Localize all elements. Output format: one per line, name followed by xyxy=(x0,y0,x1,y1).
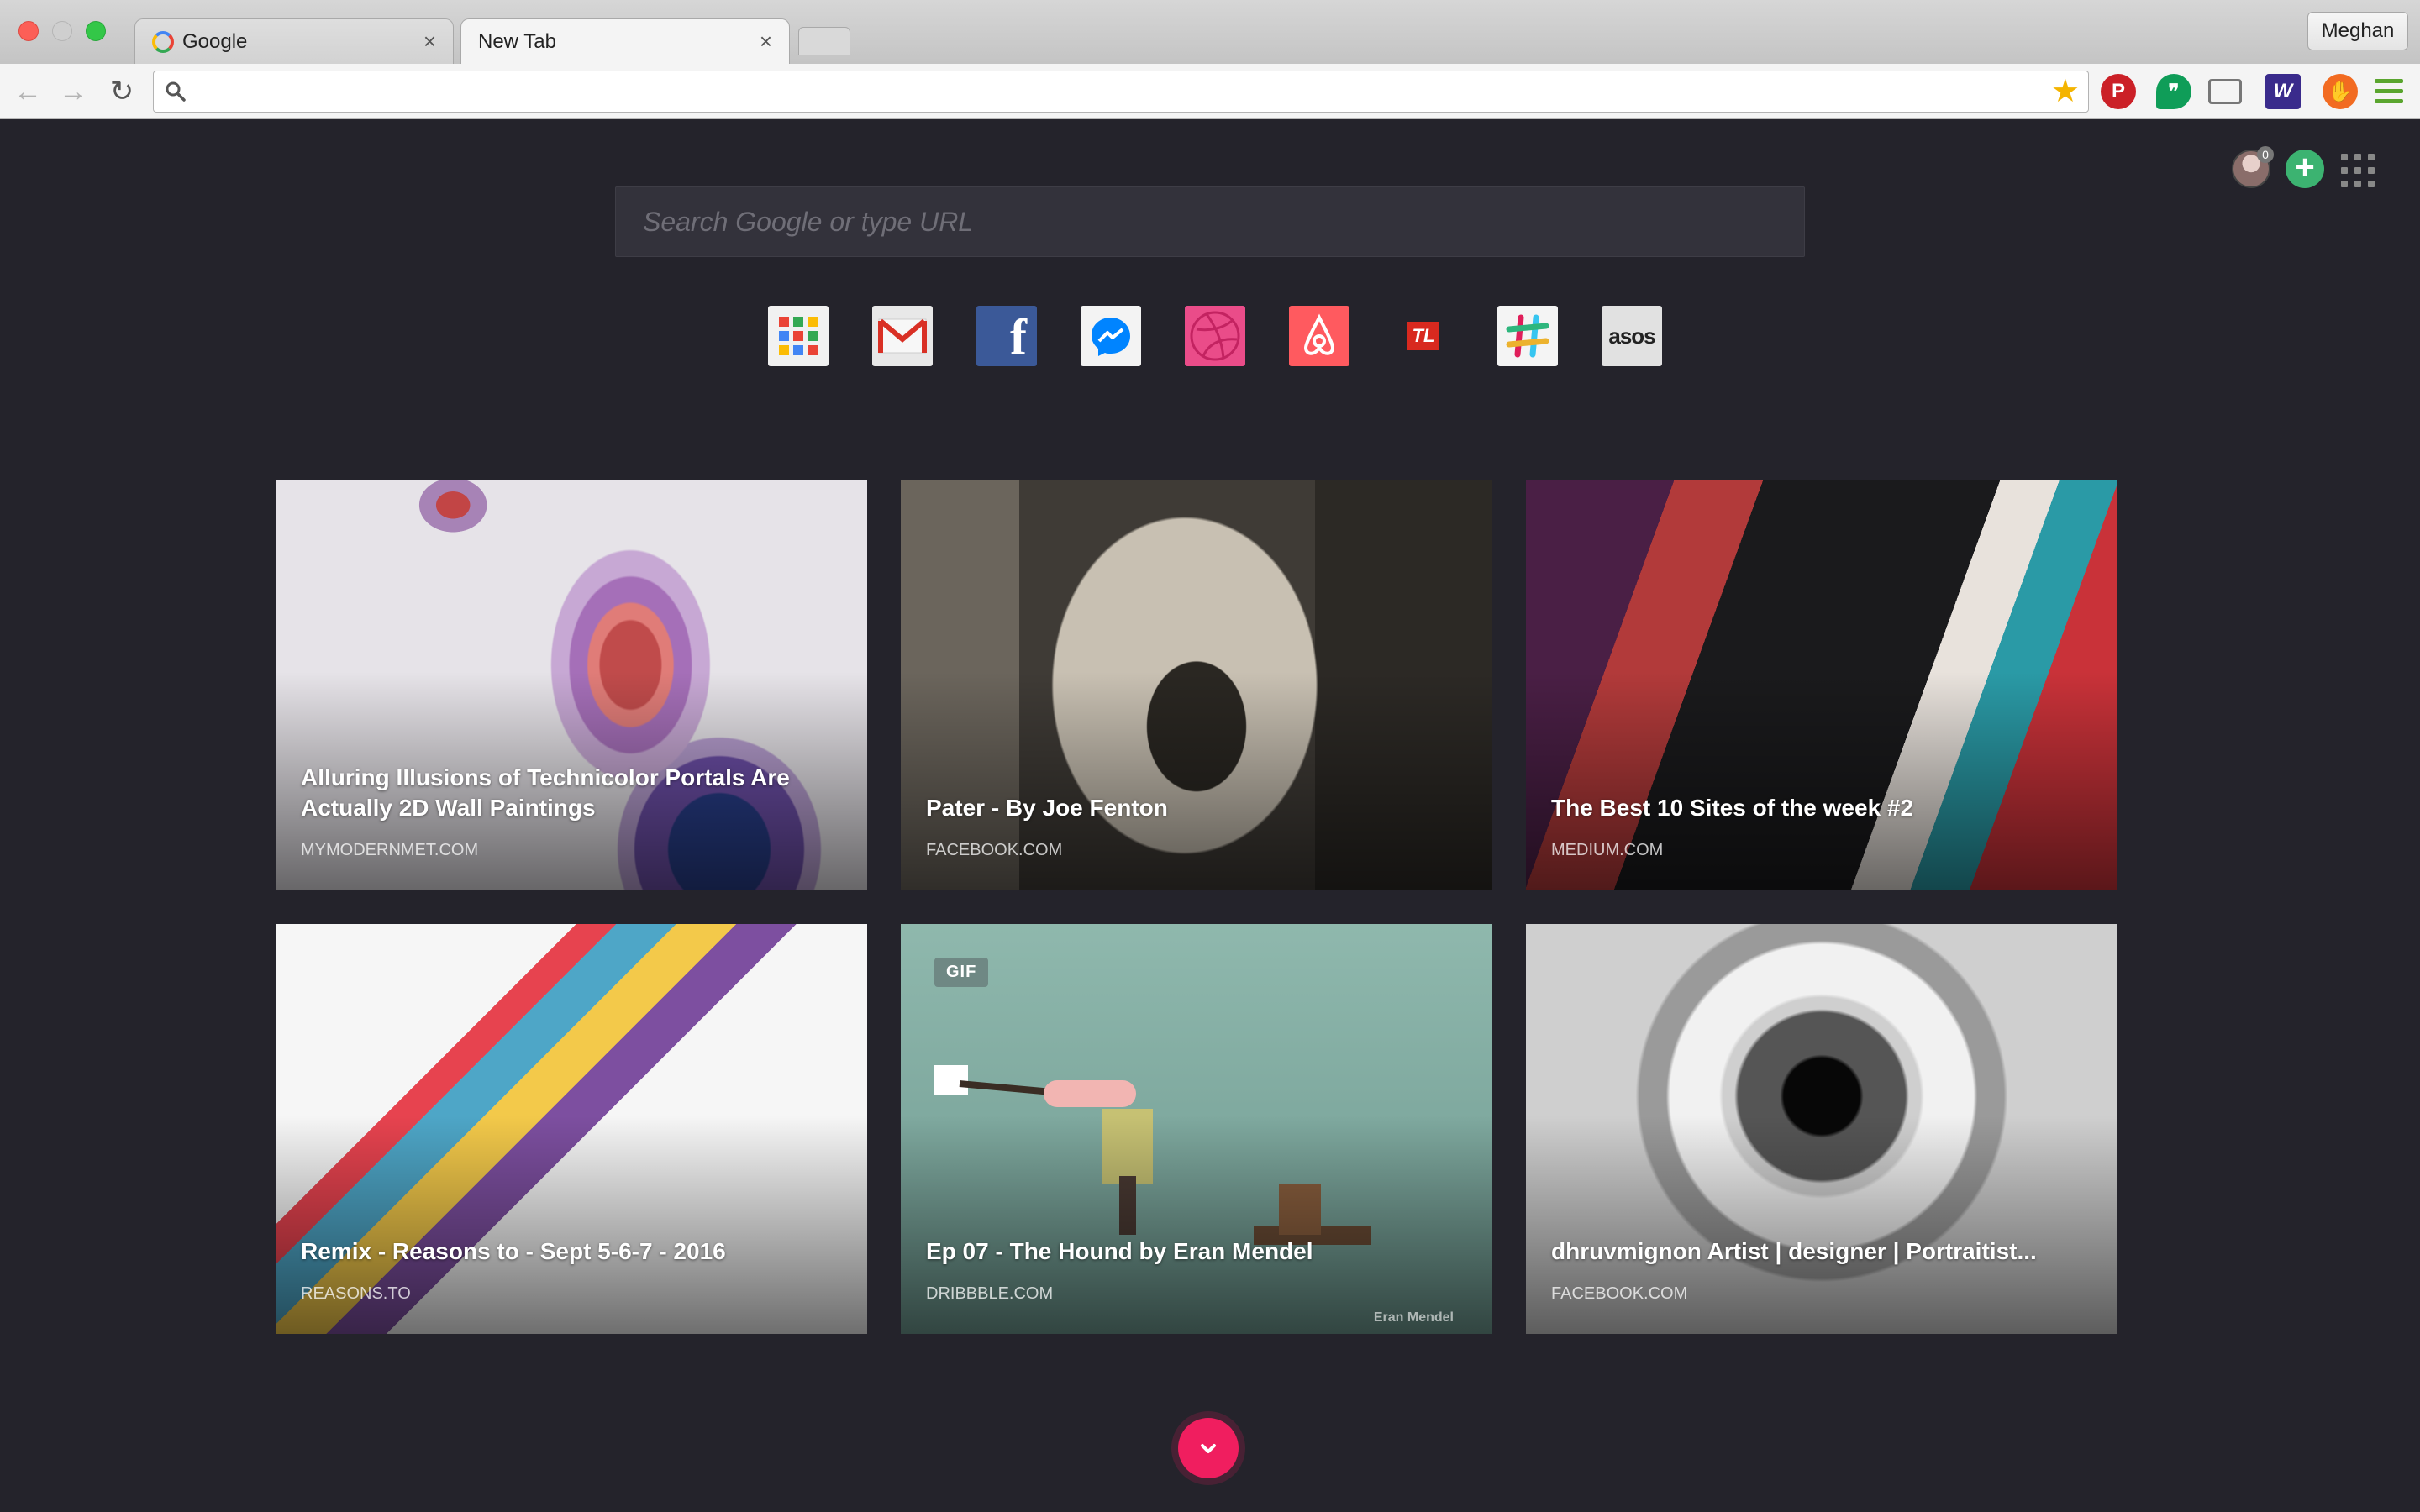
card-grid: Alluring Illusions of Technicolor Portal… xyxy=(276,480,2119,1334)
card-domain: MEDIUM.COM xyxy=(1551,841,1664,859)
back-button[interactable]: ← xyxy=(10,74,45,109)
content-card[interactable]: Remix - Reasons to - Sept 5-6-7 - 2016 R… xyxy=(276,924,867,1334)
messenger-bubble-icon xyxy=(1092,318,1130,356)
card-credit: Eran Mendel xyxy=(1373,1310,1454,1325)
tab-label: New Tab xyxy=(478,29,556,53)
airbnb-icon[interactable] xyxy=(1289,306,1349,366)
gmail-envelope-icon xyxy=(878,318,927,354)
content-card[interactable]: dhruvmignon Artist | designer | Portrait… xyxy=(1526,924,2118,1334)
google-g-icon xyxy=(152,30,174,53)
tab-new-tab[interactable]: New Tab × xyxy=(460,18,790,64)
card-title: Pater - By Joe Fenton xyxy=(926,795,1168,821)
zoom-window-button[interactable] xyxy=(86,21,106,41)
browser-titlebar: Google × New Tab × Meghan xyxy=(0,0,2420,64)
messenger-icon[interactable] xyxy=(1081,306,1141,366)
gif-badge: GIF xyxy=(934,958,989,987)
card-domain: FACEBOOK.COM xyxy=(1551,1284,1688,1303)
minimize-window-button[interactable] xyxy=(52,21,72,41)
forward-button[interactable]: → xyxy=(55,74,91,109)
slack-icon[interactable] xyxy=(1497,306,1558,366)
address-bar[interactable]: ★ xyxy=(153,71,2089,113)
search-icon xyxy=(166,81,186,102)
hangouts-extension-icon[interactable]: ❞ xyxy=(2156,74,2191,109)
card-domain: DRIBBBLE.COM xyxy=(926,1284,1054,1303)
card-title: The Best 10 Sites of the week #2 xyxy=(1551,795,1914,821)
card-domain: FACEBOOK.COM xyxy=(926,841,1063,859)
tab-close-icon[interactable]: × xyxy=(424,29,436,55)
w-extension-icon[interactable]: W xyxy=(2265,74,2301,109)
airbnb-belo-icon xyxy=(1303,313,1335,355)
page-top-right-controls: 0 + xyxy=(2232,146,2375,188)
apps-grid-icon[interactable] xyxy=(768,306,829,366)
shortcut-bar: f TL asos xyxy=(768,306,1662,366)
tl-label: TL xyxy=(1407,322,1440,350)
card-domain: REASONS.TO xyxy=(301,1284,411,1303)
facebook-icon[interactable]: f xyxy=(976,306,1037,366)
apps-grid-icon[interactable] xyxy=(2339,152,2375,187)
search-input[interactable] xyxy=(616,187,1804,256)
content-card[interactable]: The Best 10 Sites of the week #2 MEDIUM.… xyxy=(1526,480,2118,890)
asos-icon[interactable]: asos xyxy=(1602,306,1662,366)
new-tab-page: 0 + f xyxy=(0,119,2420,1512)
address-input[interactable] xyxy=(196,75,2011,108)
bookmark-star-icon[interactable]: ★ xyxy=(2051,75,2080,108)
profile-button[interactable]: Meghan xyxy=(2307,12,2408,50)
content-card[interactable]: GIF Ep 07 - The Hound by Eran Mendel DRI… xyxy=(901,924,1492,1334)
gmail-icon[interactable] xyxy=(872,306,933,366)
dribbble-icon[interactable] xyxy=(1185,306,1245,366)
search-box[interactable] xyxy=(615,186,1805,257)
pinterest-extension-icon[interactable]: P xyxy=(2101,74,2136,109)
card-title: Remix - Reasons to - Sept 5-6-7 - 2016 xyxy=(301,1238,726,1264)
cast-icon[interactable] xyxy=(2208,79,2242,104)
hand-extension-icon[interactable]: ✋ xyxy=(2323,74,2358,109)
content-card[interactable]: Pater - By Joe Fenton FACEBOOK.COM xyxy=(901,480,1492,890)
new-tab-button[interactable] xyxy=(798,27,850,55)
tab-label: Google xyxy=(182,29,248,53)
content-card[interactable]: Alluring Illusions of Technicolor Portal… xyxy=(276,480,867,890)
close-window-button[interactable] xyxy=(18,21,39,41)
avatar[interactable]: 0 xyxy=(2232,146,2274,188)
notification-badge: 0 xyxy=(2257,146,2274,163)
reload-button[interactable]: ↻ xyxy=(104,74,139,109)
card-title: Ep 07 - The Hound by Eran Mendel xyxy=(926,1238,1313,1264)
dribbble-ball-icon xyxy=(1190,311,1240,361)
card-title: dhruvmignon Artist | designer | Portrait… xyxy=(1551,1238,2037,1264)
card-domain: MYMODERNMET.COM xyxy=(301,841,479,859)
chevron-down-icon xyxy=(1201,1444,1216,1453)
add-button[interactable]: + xyxy=(2286,150,2324,188)
chrome-menu-icon[interactable] xyxy=(2375,79,2403,104)
scroll-down-button[interactable] xyxy=(1178,1418,1239,1478)
browser-toolbar: ← → ↻ ★ P ❞ W ✋ xyxy=(0,64,2420,119)
tab-google[interactable]: Google × xyxy=(134,18,454,64)
tab-close-icon[interactable]: × xyxy=(760,29,772,55)
slack-hash-icon xyxy=(1506,314,1549,358)
card-title: Alluring Illusions of Technicolor Portal… xyxy=(301,764,790,821)
tl-icon[interactable]: TL xyxy=(1393,306,1454,366)
